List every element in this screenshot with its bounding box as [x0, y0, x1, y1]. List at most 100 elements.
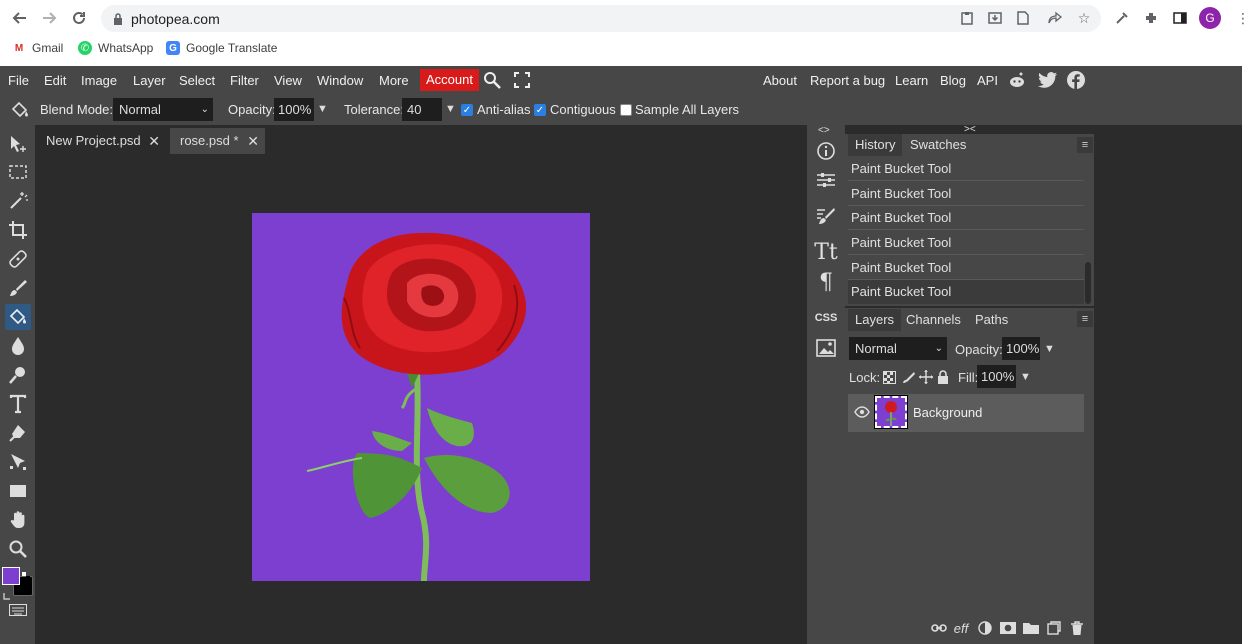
page-icon[interactable] — [1014, 9, 1032, 27]
eyedropper-icon[interactable] — [1113, 9, 1131, 27]
tolerance-dropdown-icon[interactable]: ▼ — [445, 103, 456, 115]
css-icon[interactable]: CSS — [815, 307, 838, 329]
layer-name[interactable]: Background — [913, 405, 982, 420]
kebab-menu-icon[interactable]: ⋮ — [1234, 9, 1252, 27]
marquee-tool-icon[interactable] — [5, 159, 31, 185]
profile-avatar[interactable]: G — [1199, 7, 1221, 29]
adjustment-icon[interactable] — [977, 620, 993, 636]
fill-input[interactable]: 100% — [977, 365, 1016, 388]
menu-window[interactable]: Window — [317, 72, 363, 89]
path-select-tool-icon[interactable] — [5, 449, 31, 475]
hand-tool-icon[interactable] — [5, 507, 31, 533]
share-icon[interactable] — [1046, 9, 1064, 27]
layer-blend-mode-select[interactable]: Normal ⌄ — [849, 337, 947, 360]
pen-tool-icon[interactable] — [5, 420, 31, 446]
forward-icon[interactable] — [37, 6, 61, 30]
paint-bucket-tool-icon[interactable] — [5, 304, 31, 330]
menu-image[interactable]: Image — [81, 72, 117, 89]
foreground-color-swatch[interactable] — [2, 567, 20, 585]
move-tool-icon[interactable] — [5, 131, 31, 157]
default-colors-icon[interactable] — [3, 587, 11, 600]
extensions-icon[interactable] — [1142, 9, 1160, 27]
bookmark-gmail[interactable]: M Gmail — [12, 40, 64, 56]
facebook-icon[interactable] — [1067, 71, 1085, 89]
opacity-input[interactable]: 100% — [274, 98, 314, 121]
type-tool-icon[interactable] — [5, 391, 31, 417]
info-icon[interactable] — [815, 140, 837, 162]
menu-file[interactable]: File — [8, 72, 29, 89]
history-item[interactable]: Paint Bucket Tool — [848, 231, 1084, 255]
lock-transparency-icon[interactable] — [883, 371, 896, 384]
collapse-arrows-icon[interactable]: <> — [818, 125, 830, 136]
layer-row-background[interactable]: Background — [848, 394, 1084, 432]
paragraph-icon[interactable]: ¶ — [815, 270, 837, 295]
fullscreen-icon[interactable] — [514, 72, 530, 88]
menu-more[interactable]: More — [379, 72, 409, 89]
dodge-tool-icon[interactable] — [5, 362, 31, 388]
lock-pixels-icon[interactable] — [902, 371, 915, 384]
mask-icon[interactable] — [1000, 620, 1016, 636]
effects-icon[interactable]: eff — [953, 620, 969, 636]
brush-settings-icon[interactable] — [815, 205, 837, 227]
tab-new-project[interactable]: New Project.psd ✕ — [36, 128, 166, 154]
tolerance-input[interactable]: 40 — [402, 98, 442, 121]
lock-icon[interactable] — [112, 12, 124, 26]
link-report-bug[interactable]: Report a bug — [810, 72, 885, 89]
history-item[interactable]: Paint Bucket Tool — [848, 182, 1084, 206]
folder-icon[interactable] — [1023, 620, 1039, 636]
menu-filter[interactable]: Filter — [230, 72, 259, 89]
contiguous-checkbox[interactable]: ✓ — [534, 104, 546, 116]
tab-rose[interactable]: rose.psd * ✕ — [170, 128, 265, 154]
new-layer-icon[interactable] — [1046, 620, 1062, 636]
link-icon[interactable] — [931, 620, 947, 636]
sample-all-layers-checkbox[interactable] — [620, 104, 632, 116]
tab-channels[interactable]: Channels — [899, 309, 968, 331]
image-icon[interactable] — [815, 337, 837, 359]
fill-dropdown-icon[interactable]: ▼ — [1020, 371, 1031, 383]
layer-opacity-dropdown-icon[interactable]: ▼ — [1044, 343, 1055, 355]
twitter-icon[interactable] — [1038, 71, 1058, 89]
clipboard-icon[interactable] — [958, 9, 976, 27]
link-learn[interactable]: Learn — [895, 72, 928, 89]
history-item[interactable]: Paint Bucket Tool — [848, 280, 1084, 304]
layer-opacity-input[interactable]: 100% — [1002, 337, 1040, 360]
side-panel-icon[interactable] — [1171, 9, 1189, 27]
bookmark-google-translate[interactable]: G Google Translate — [166, 40, 277, 56]
reload-icon[interactable] — [67, 6, 91, 30]
swap-colors-icon[interactable] — [22, 567, 30, 580]
menu-view[interactable]: View — [274, 72, 302, 89]
tab-paths[interactable]: Paths — [968, 309, 1015, 331]
adjustments-icon[interactable] — [815, 169, 837, 191]
keyboard-icon[interactable] — [5, 601, 31, 619]
account-button[interactable]: Account — [420, 69, 479, 91]
close-icon[interactable]: ✕ — [148, 128, 160, 154]
opacity-dropdown-icon[interactable]: ▼ — [317, 103, 328, 115]
history-item[interactable]: Paint Bucket Tool — [848, 256, 1084, 280]
rectangle-tool-icon[interactable] — [5, 478, 31, 504]
history-item[interactable]: Paint Bucket Tool — [848, 157, 1084, 181]
search-icon[interactable] — [483, 71, 501, 89]
link-blog[interactable]: Blog — [940, 72, 966, 89]
crop-tool-icon[interactable] — [5, 217, 31, 243]
page-scrollbar[interactable] — [1242, 66, 1260, 644]
document-canvas[interactable] — [252, 213, 590, 581]
tab-swatches[interactable]: Swatches — [903, 134, 973, 156]
lock-position-icon[interactable] — [919, 370, 933, 384]
address-bar[interactable]: photopea.com — [101, 5, 1101, 32]
magic-wand-icon[interactable] — [5, 188, 31, 214]
menu-layer[interactable]: Layer — [133, 72, 166, 89]
link-about[interactable]: About — [763, 72, 797, 89]
panel-menu-icon[interactable]: ≡ — [1077, 311, 1093, 327]
tab-history[interactable]: History — [848, 134, 903, 156]
url-text[interactable]: photopea.com — [131, 11, 220, 27]
panel-menu-icon[interactable]: ≡ — [1077, 137, 1093, 153]
eye-icon[interactable] — [854, 406, 870, 418]
back-icon[interactable] — [8, 6, 32, 30]
blend-mode-select[interactable]: Normal ⌄ — [113, 98, 213, 121]
menu-edit[interactable]: Edit — [44, 72, 66, 89]
lock-all-icon[interactable] — [937, 370, 949, 384]
blur-tool-icon[interactable] — [5, 333, 31, 359]
zoom-tool-icon[interactable] — [5, 536, 31, 562]
tab-layers[interactable]: Layers — [848, 309, 902, 331]
link-api[interactable]: API — [977, 72, 998, 89]
